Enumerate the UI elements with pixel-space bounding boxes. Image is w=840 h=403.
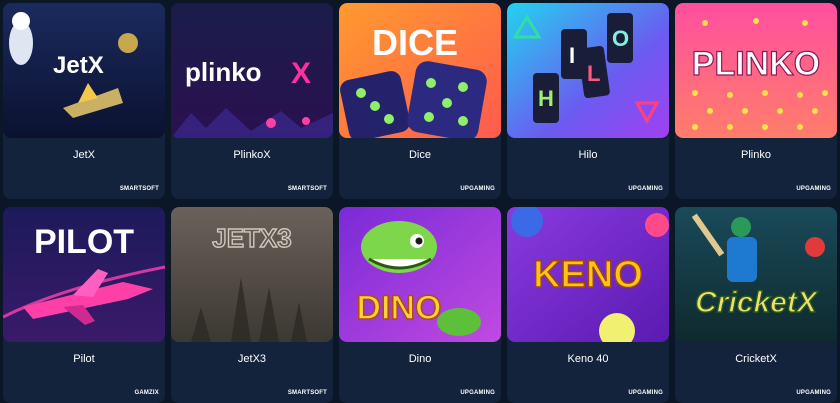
game-logo-text: PILOT	[34, 223, 134, 261]
game-thumbnail[interactable]: KENO	[507, 207, 669, 342]
ball-icon	[645, 213, 669, 237]
game-card-dino[interactable]: DINO Dino UPGAMING	[339, 207, 501, 403]
game-logo-text: KENO	[533, 254, 643, 296]
provider-label: UPGAMING	[796, 186, 831, 192]
game-thumbnail[interactable]: JETX3	[171, 207, 333, 342]
game-card-pilot[interactable]: PILOT Pilot GAMZIX	[3, 207, 165, 403]
provider-label: UPGAMING	[796, 390, 831, 396]
game-card-keno[interactable]: KENO Keno 40 UPGAMING	[507, 207, 669, 403]
game-card-hilo[interactable]: H I L O Hilo UPGAMING	[507, 3, 669, 199]
game-thumbnail[interactable]: PILOT	[3, 207, 165, 342]
game-card-dice[interactable]: DICE Dice UPGAMING	[339, 3, 501, 199]
game-logo-text: JETX3	[212, 223, 292, 253]
svg-text:H: H	[538, 86, 554, 111]
svg-text:L: L	[587, 61, 600, 86]
svg-text:I: I	[569, 43, 575, 68]
keno-artwork: KENO	[507, 207, 669, 342]
game-logo-text: DICE	[372, 22, 458, 63]
game-title: Pilot	[73, 353, 95, 365]
plinkox-artwork: plinko X	[171, 3, 333, 138]
ball-icon	[805, 237, 825, 257]
plinko-artwork: PLINKO	[675, 3, 837, 138]
game-title: JetX	[72, 149, 95, 161]
game-title: Hilo	[578, 149, 598, 161]
game-logo-text: plinko	[185, 57, 262, 87]
game-thumbnail[interactable]: CricketX	[675, 207, 837, 342]
game-logo-text: JetX	[53, 52, 104, 79]
game-card-jetx[interactable]: JetX JetX SMARTSOFT	[3, 3, 165, 199]
game-thumbnail[interactable]: DINO	[339, 207, 501, 342]
game-thumbnail[interactable]: DICE	[339, 3, 501, 138]
hilo-artwork: H I L O	[507, 3, 669, 138]
game-thumbnail[interactable]: JetX	[3, 3, 165, 138]
jetx-artwork: JetX	[3, 3, 165, 138]
game-thumbnail[interactable]: H I L O	[507, 3, 669, 138]
game-logo-text: CricketX	[695, 286, 819, 319]
game-card-jetx3[interactable]: JETX3 JetX3 SMARTSOFT	[171, 207, 333, 403]
dice-artwork: DICE	[339, 3, 501, 138]
game-card-plinkox[interactable]: plinko X PlinkoX SMARTSOFT	[171, 3, 333, 199]
dino-artwork: DINO	[339, 207, 501, 342]
provider-label: UPGAMING	[628, 390, 663, 396]
game-title: JetX3	[237, 353, 267, 365]
x-icon: X	[291, 57, 311, 90]
game-grid: JetX JetX SMARTSOFT plinko X PlinkoX SMA…	[0, 0, 840, 403]
provider-label: SMARTSOFT	[119, 186, 159, 192]
provider-label: UPGAMING	[628, 186, 663, 192]
provider-label: UPGAMING	[460, 186, 495, 192]
game-logo-text: PLINKO	[692, 45, 820, 83]
game-card-plinko[interactable]: PLINKO Plinko UPGAMING	[675, 3, 837, 199]
jetx3-artwork: JETX3	[171, 207, 333, 342]
game-title: CricketX	[735, 353, 777, 365]
provider-label: SMARTSOFT	[287, 390, 327, 396]
svg-text:O: O	[612, 26, 629, 51]
game-card-cricketx[interactable]: CricketX CricketX UPGAMING	[675, 207, 837, 403]
game-thumbnail[interactable]: plinko X	[171, 3, 333, 138]
game-thumbnail[interactable]: PLINKO	[675, 3, 837, 138]
game-logo-text: DINO	[357, 289, 442, 327]
provider-label: SMARTSOFT	[287, 186, 327, 192]
cricketx-artwork: CricketX	[675, 207, 837, 342]
game-title: PlinkoX	[233, 149, 271, 161]
game-title: Dino	[408, 353, 432, 365]
game-title: Dice	[408, 149, 431, 161]
game-title: Plinko	[741, 149, 771, 161]
provider-label: UPGAMING	[460, 390, 495, 396]
game-title: Keno 40	[567, 353, 609, 365]
provider-label: GAMZIX	[134, 390, 159, 396]
pilot-artwork: PILOT	[3, 207, 165, 342]
